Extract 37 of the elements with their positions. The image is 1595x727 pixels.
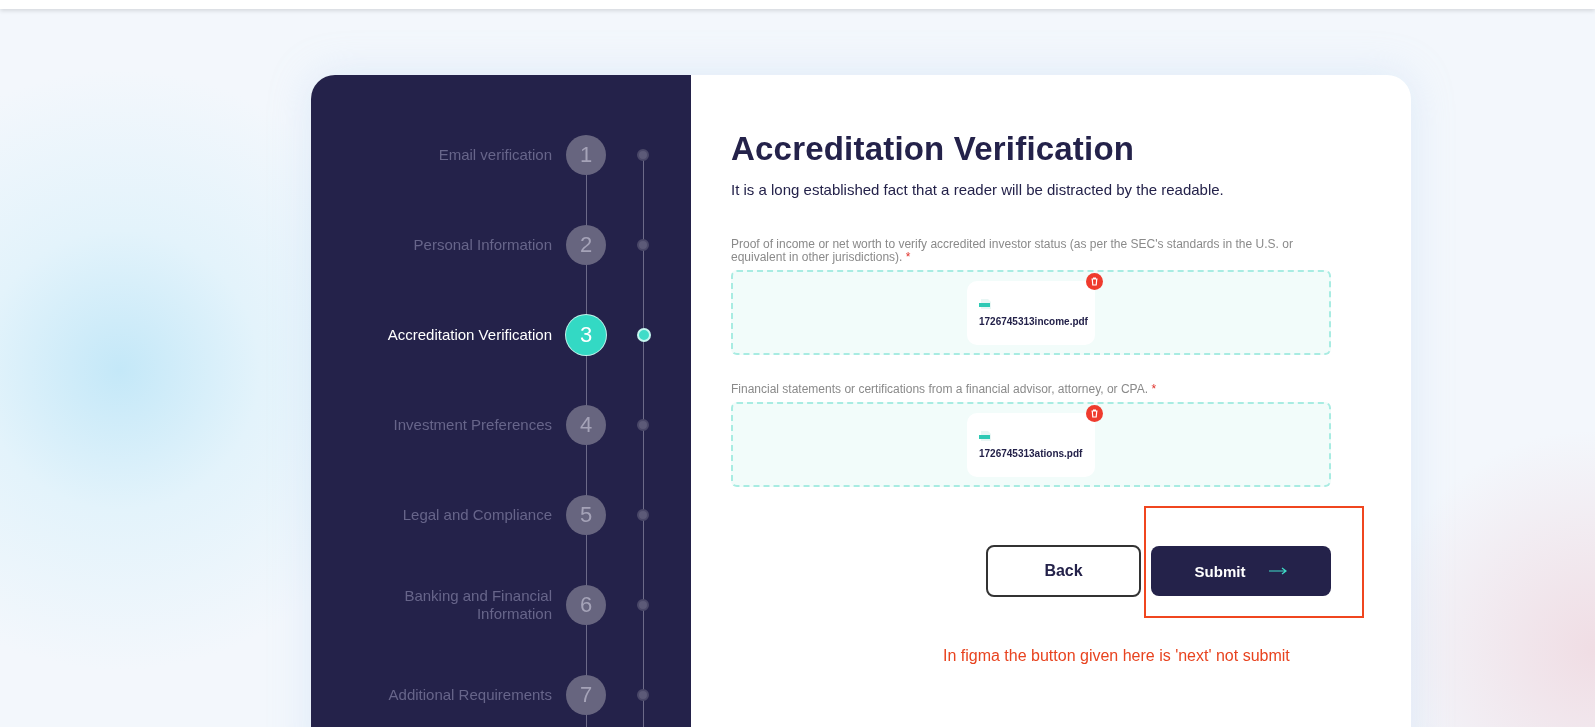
upload-dropzone[interactable]: 1726745313income.pdf bbox=[731, 270, 1331, 355]
step-number[interactable]: 4 bbox=[566, 405, 606, 445]
step-dot bbox=[637, 689, 649, 701]
arrow-right-icon bbox=[1269, 567, 1288, 575]
step-label[interactable]: Additional Requirements bbox=[388, 686, 552, 704]
delete-icon[interactable] bbox=[1086, 404, 1103, 422]
upload-dropzone[interactable]: 1726745313ations.pdf bbox=[731, 402, 1331, 487]
step-number[interactable]: 3 bbox=[566, 315, 606, 355]
step-dot bbox=[637, 149, 649, 161]
step-label[interactable]: Personal Information bbox=[413, 236, 552, 254]
step-label[interactable]: Accreditation Verification bbox=[387, 326, 552, 344]
step-label[interactable]: Legal and Compliance bbox=[402, 506, 552, 524]
step-number[interactable]: 1 bbox=[566, 135, 606, 175]
step-number[interactable]: 6 bbox=[566, 585, 606, 625]
step-number[interactable]: 2 bbox=[566, 225, 606, 265]
page-subtitle: It is a long established fact that a reader will be distracted by the readable. bbox=[731, 181, 1225, 198]
file-icon bbox=[979, 298, 993, 310]
step-dot bbox=[637, 239, 649, 251]
step-label[interactable]: Banking and Financial Information bbox=[367, 587, 552, 623]
back-button[interactable]: Back bbox=[986, 545, 1141, 597]
step-dot bbox=[637, 509, 649, 521]
delete-icon[interactable] bbox=[1086, 272, 1103, 290]
submit-button[interactable]: Submit bbox=[1151, 546, 1331, 596]
step-label[interactable]: Email verification bbox=[438, 146, 552, 164]
step-dot bbox=[637, 419, 649, 431]
file-name: 1726745313income.pdf bbox=[979, 316, 1089, 327]
page-title: Accreditation Verification bbox=[731, 130, 1136, 168]
step-dot bbox=[637, 599, 649, 611]
step-number[interactable]: 7 bbox=[566, 675, 606, 715]
field-label: Proof of income or net worth to verify accredited investor status (as per the SEC's standards in the U.S. or equivalent in other jurisdictions). * bbox=[731, 238, 1294, 264]
step-label[interactable]: Investment Preferences bbox=[393, 416, 552, 434]
field-label: Financial statements or certifications from a financial advisor, attorney, or CPA. * bbox=[731, 383, 1158, 396]
file-icon bbox=[979, 430, 993, 442]
annotation-note: In figma the button given here is 'next' not submit bbox=[943, 647, 1291, 665]
step-dot bbox=[637, 328, 651, 342]
step-number[interactable]: 5 bbox=[566, 495, 606, 535]
file-name: 1726745313ations.pdf bbox=[979, 448, 1084, 459]
